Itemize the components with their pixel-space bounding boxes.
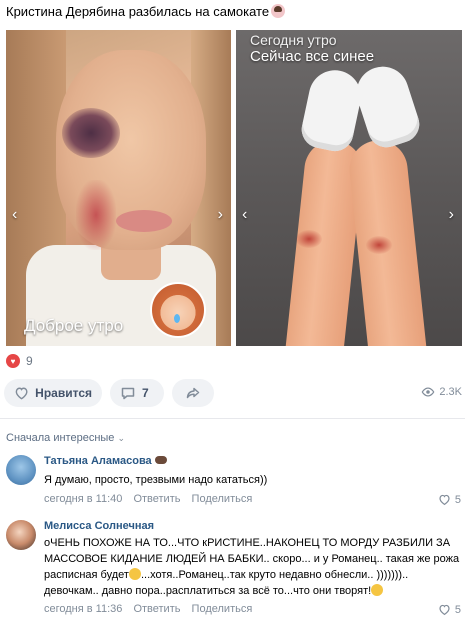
comment-like-button[interactable]: 5 [438, 603, 461, 616]
post-title-text: Кристина Дерябина разбилась на самокате [6, 4, 270, 19]
comment-meta: сегодня в 11:40 Ответить Поделиться [44, 493, 260, 505]
like-button[interactable]: Нравится [4, 379, 102, 407]
photo-overlay-text: Доброе утро [24, 316, 124, 335]
comment-text: Я думаю, просто, трезвыми надо кататься)… [44, 474, 268, 486]
woman-emoji-icon [271, 4, 286, 18]
photo-scratch [76, 180, 116, 250]
comment-like-count: 5 [454, 493, 461, 506]
heart-outline-icon [439, 494, 450, 506]
heart-icon: ♥ [6, 354, 20, 368]
comment-author-name[interactable]: Мелисса Солнечная [44, 520, 154, 532]
reactions-count: 9 [26, 354, 33, 368]
heart-outline-icon [439, 604, 450, 616]
photo-overlay-text-top: Сейчас все синее [250, 48, 375, 65]
photo-shoe-right [349, 59, 425, 153]
comment-button[interactable]: 7 [110, 379, 164, 407]
reply-button[interactable]: Ответить [133, 603, 180, 615]
reactions-summary[interactable]: ♥ 9 [6, 354, 33, 368]
sort-label: Сначала интересные [6, 432, 115, 444]
photo-lips [116, 210, 172, 232]
like-button-label: Нравится [35, 386, 92, 400]
comment-count: 7 [142, 386, 149, 400]
divider [0, 418, 465, 419]
reply-button[interactable]: Ответить [133, 493, 180, 505]
share-comment-button[interactable]: Поделиться [192, 493, 253, 505]
smile-emoji-icon [371, 584, 384, 596]
comment-author[interactable]: Татьяна Аламасова [44, 455, 167, 467]
share-comment-button[interactable]: Поделиться [192, 603, 253, 615]
comment-like-button[interactable]: 5 [438, 493, 461, 506]
photo-wound-right [366, 236, 392, 254]
views-counter: 2.3K [421, 385, 462, 399]
chevron-left-icon[interactable]: ‹ [12, 206, 17, 224]
comment-meta: сегодня в 11:36 Ответить Поделиться [44, 603, 260, 615]
comment-author-name[interactable]: Татьяна Аламасова [44, 455, 152, 467]
photo-wound-left [296, 230, 322, 248]
chevron-right-icon[interactable]: › [449, 206, 454, 224]
avatar[interactable] [6, 455, 36, 485]
photo-overlay-text-faded: Сегодня утро [250, 32, 337, 48]
smile-emoji-icon [128, 568, 141, 580]
tear-icon [174, 314, 180, 323]
post-action-bar: Нравится 7 2.3K [4, 379, 462, 407]
comment-icon [121, 387, 135, 400]
share-button[interactable] [172, 379, 214, 407]
post-photo-1[interactable]: Доброе утро ‹ › [6, 30, 231, 346]
photo-shoe-left [298, 65, 366, 155]
photo-bruise [62, 108, 120, 158]
chevron-left-icon[interactable]: ‹ [242, 206, 247, 224]
comment-time[interactable]: сегодня в 11:36 [44, 603, 122, 615]
comment-text: оЧЕНЬ ПОХОЖЕ НА ТО...ЧТО кРИСТИНЕ..НАКОН… [44, 535, 460, 599]
comment-item: Татьяна Аламасова Я думаю, просто, трезв… [6, 455, 461, 506]
comment-like-count: 5 [454, 603, 461, 616]
share-icon [186, 387, 200, 399]
heart-outline-icon [15, 387, 28, 400]
avatar[interactable] [6, 520, 36, 550]
author-badge-icon [154, 456, 167, 464]
views-count: 2.3K [439, 386, 462, 398]
chevron-down-icon: ⌄ [117, 433, 126, 443]
comment-time[interactable]: сегодня в 11:40 [44, 493, 122, 505]
eye-icon [421, 387, 435, 397]
post-title: Кристина Дерябина разбилась на самокате [6, 4, 286, 19]
chevron-right-icon[interactable]: › [218, 206, 223, 224]
comment-item: Мелисса Солнечная оЧЕНЬ ПОХОЖЕ НА ТО...Ч… [6, 520, 461, 616]
post-photo-2[interactable]: Сегодня утро Сейчас все синее ‹ › [236, 30, 462, 346]
comments-sort-dropdown[interactable]: Сначала интересные ⌄ [6, 432, 125, 444]
crying-sticker-icon [150, 282, 206, 338]
